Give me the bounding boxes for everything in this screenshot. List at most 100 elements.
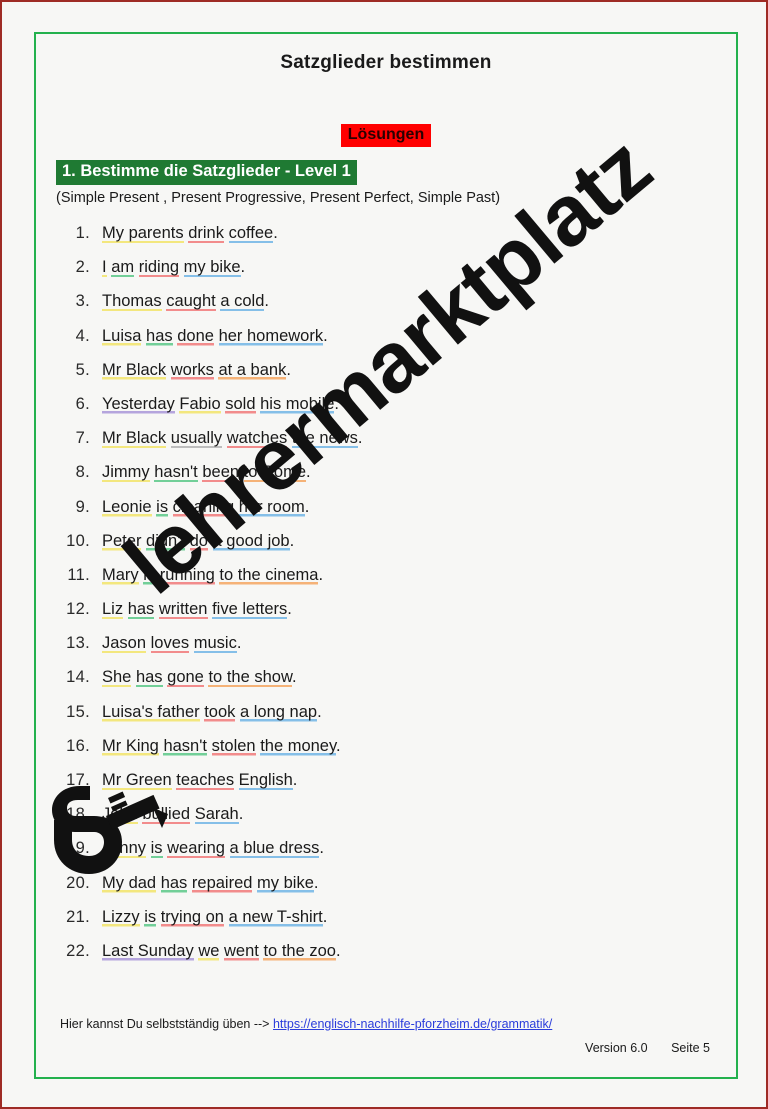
sentence-segment-verb: sold	[225, 394, 256, 414]
sentence-segment-subject: Luisa	[102, 326, 142, 346]
sentence-number: 1.	[75, 224, 90, 242]
sentence-number: 7.	[75, 429, 90, 448]
sentence-segment-none	[156, 908, 161, 927]
footer-note: Hier kannst Du selbstständig üben --> ht…	[60, 1017, 552, 1031]
sentence-row: 7. Mr Black usually watches the news.	[58, 429, 708, 463]
sentence-segment-aux: hasn't	[163, 736, 207, 756]
sentence-segment-object: a good job	[212, 531, 290, 551]
sentence-segment-subject: Leonie	[102, 497, 152, 517]
sentence-number: 10.	[66, 531, 90, 550]
sentence-text: Liz has written five letters.	[102, 600, 292, 620]
sentence-segment-none: .	[317, 702, 322, 721]
sentence-segment-verb: teaches	[176, 771, 235, 790]
sentence-segment-none	[168, 498, 173, 517]
version-label: Version 6.0	[585, 1041, 648, 1055]
sentence-segment-aux: is	[150, 839, 163, 859]
sentence-segment-aux: has	[127, 600, 155, 620]
sentence-text: Luisa's father took a long nap.	[102, 702, 322, 722]
sentence-segment-verb: loves	[150, 634, 190, 654]
sentence-segment-verb: caught	[166, 292, 216, 312]
sentence-row: 6. Yesterday Fabio sold his mobile.	[58, 394, 708, 429]
sentence-segment-aux: is	[144, 907, 157, 927]
sentence-segment-none	[123, 600, 128, 619]
sentence-number: 9.	[75, 497, 90, 516]
sentence-segment-subject: Mr Green	[102, 771, 172, 790]
sentence-segment-none	[239, 463, 244, 482]
sentence-segment-object: Sarah	[194, 805, 239, 825]
sentence-segment-none: .	[323, 326, 328, 345]
sentence-segment-subject: Jimmy	[102, 463, 150, 483]
page-title: Satzglieder bestimmen	[280, 52, 492, 73]
sentence-segment-none: .	[357, 429, 363, 448]
sentence-segment-aux: am	[111, 258, 135, 278]
sentence-number: 19.	[66, 839, 90, 858]
sentence-segment-verb: wearing	[167, 839, 225, 859]
sentence-segment-none	[146, 839, 151, 858]
sentence-segment-subject: Peter	[102, 531, 142, 551]
sentence-segment-object: a long nap	[240, 702, 318, 722]
sentence-segment-verb: running	[159, 565, 215, 585]
sentence-segment-freq: usually	[170, 429, 223, 449]
sentence-number: 14.	[66, 668, 90, 687]
sentence-segment-object: the news	[291, 429, 358, 449]
sentence-segment-none	[190, 805, 195, 824]
solutions-badge-container: Lösungen	[36, 124, 736, 147]
practice-link[interactable]: https://englisch-nachhilfe-pforzheim.de/…	[273, 1017, 552, 1031]
worksheet-page: Satzglieder bestimmen Lösungen 1. Bestim…	[0, 0, 768, 1109]
sentence-number: 2.	[75, 258, 90, 277]
sentence-segment-none	[156, 874, 161, 893]
sentence-segment-subject: Mary	[102, 565, 139, 585]
sentence-segment-object: music	[193, 634, 237, 654]
sentence-segment-place: to the zoo	[263, 941, 336, 961]
sentence-segment-none	[224, 908, 229, 927]
sentence-row: 13. Jason loves music.	[58, 634, 708, 668]
sentence-text: Mary is running to the cinema.	[102, 565, 324, 585]
sentence-number: 6.	[75, 394, 90, 413]
sentence-segment-none	[224, 224, 229, 243]
sentence-segment-object: five letters	[212, 600, 288, 620]
sentence-segment-none: .	[318, 565, 324, 584]
sentence-row: 19. Jenny is wearing a blue dress.	[58, 839, 708, 873]
sentence-text: Jason loves music.	[102, 634, 241, 654]
sentence-segment-none: .	[240, 258, 246, 277]
sentence-text: Leonie is cleaning her room.	[102, 497, 310, 517]
sentence-segment-none: .	[304, 497, 310, 516]
sentence-segment-verb: drink	[188, 224, 224, 243]
sentence-segment-subject: Thomas	[102, 292, 162, 312]
sentence-segment-verb: works	[170, 360, 214, 380]
sentence-segment-place: to the show	[208, 668, 292, 688]
sentence-segment-subject: She	[102, 668, 132, 688]
sentence-segment-aux: hasn't	[154, 463, 198, 483]
sentence-segment-place: at a bank	[218, 360, 287, 380]
sentence-segment-object: her homework	[218, 326, 324, 346]
sentence-segment-none: .	[322, 907, 328, 926]
sentence-text: My dad has repaired my bike.	[102, 873, 319, 893]
sentence-row: 17. Mr Green teaches English.	[58, 771, 708, 805]
sentence-row: 8. Jimmy hasn't been to Rome.	[58, 463, 708, 497]
sentence-segment-none	[208, 532, 213, 551]
sentence-segment-object: a new T-shirt	[228, 907, 323, 927]
sentence-segment-none	[134, 258, 139, 277]
sentence-segment-verb: been	[202, 463, 240, 483]
sentence-segment-none: .	[289, 531, 295, 550]
sentence-list: 1. My parents drink coffee. 2. I am riding …	[58, 224, 708, 976]
sentence-segment-none: .	[336, 736, 341, 755]
sentence-segment-none	[185, 532, 190, 551]
sentence-segment-subject: John	[102, 805, 138, 825]
sentence-segment-subject: we	[198, 941, 220, 961]
sentence-row: 12. Liz has written five letters.	[58, 600, 708, 634]
solutions-badge: Lösungen	[340, 124, 432, 147]
sentence-text: Jimmy hasn't been to Rome.	[102, 463, 311, 483]
sentence-text: Thomas caught a cold.	[102, 292, 269, 312]
sentence-text: I am riding my bike.	[102, 258, 246, 278]
sentence-segment-verb: watches	[226, 429, 288, 449]
sentence-number: 20.	[66, 873, 90, 892]
sentence-segment-subject: Mr King	[102, 736, 159, 756]
sentence-text: Luisa has done her homework.	[102, 326, 328, 346]
sentence-row: 16. Mr King hasn't stolen the money.	[58, 736, 708, 771]
sentence-segment-none	[234, 771, 239, 790]
sentence-segment-aux: didn't	[146, 531, 185, 551]
sentence-segment-verb: repaired	[191, 873, 253, 893]
sentence-segment-aux: is	[156, 497, 169, 517]
sentence-text: Mr Black works at a bank.	[102, 360, 291, 380]
